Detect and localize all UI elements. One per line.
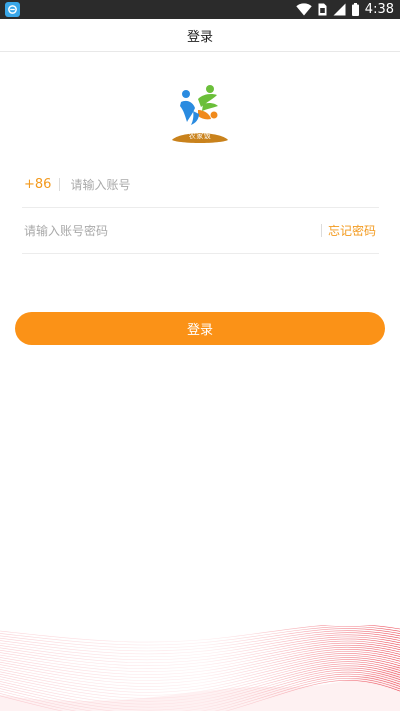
wave-fill [0, 665, 400, 711]
status-time: 4:38 [364, 2, 394, 17]
page-title: 登录 [186, 29, 213, 45]
battery-icon [351, 3, 359, 16]
forgot-password-label: 忘记密码 [327, 224, 376, 238]
decorative-wave [0, 625, 400, 711]
wave-line [0, 625, 400, 643]
signal-icon [333, 3, 346, 16]
login-button[interactable]: 登录 [15, 312, 385, 345]
wave-line [0, 626, 400, 646]
wave-line [0, 644, 400, 672]
logo-badge-text: 农家饭 [188, 132, 212, 140]
country-code[interactable]: +86 [24, 177, 51, 192]
status-icons: 4:38 [296, 0, 394, 19]
sim-icon [318, 3, 327, 16]
wifi-icon [296, 3, 312, 16]
account-row: +86 [22, 162, 379, 208]
divider [59, 178, 61, 191]
password-row: 忘记密码 [22, 208, 379, 254]
app-notification-icon [5, 2, 20, 17]
status-bar: 4:38 [0, 0, 400, 19]
account-input[interactable] [70, 169, 379, 200]
password-input[interactable] [24, 215, 321, 246]
header: 登录 [0, 19, 400, 52]
forgot-password-link[interactable]: 忘记密码 [320, 222, 376, 239]
divider [320, 224, 322, 237]
app-logo: 农家饭 [165, 82, 235, 150]
